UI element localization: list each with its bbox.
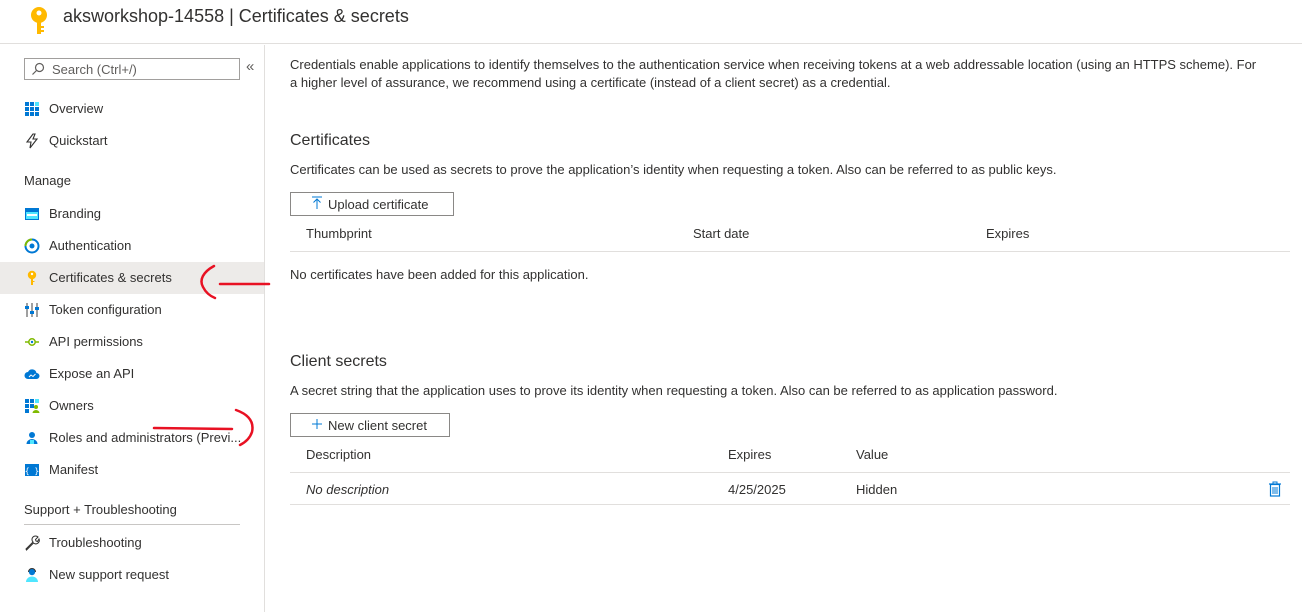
sidebar-item-token-configuration[interactable]: Token configuration xyxy=(0,294,264,326)
roles-icon xyxy=(26,432,38,444)
branding-icon xyxy=(25,208,39,220)
certificates-title: Certificates xyxy=(290,132,371,149)
column-header-start-date: Start date xyxy=(693,226,750,241)
secret-description-cell: No description xyxy=(306,482,390,497)
sidebar-item-label: Certificates & secrets xyxy=(49,270,172,285)
upload-certificate-button[interactable]: Upload certificate xyxy=(290,192,454,216)
upload-certificate-label: Upload certificate xyxy=(328,197,429,212)
sidebar-item-label: Overview xyxy=(49,101,104,116)
sidebar-item-expose-api[interactable]: Expose an API xyxy=(0,358,264,390)
sidebar-item-label: Quickstart xyxy=(49,133,108,148)
table-row-divider xyxy=(290,504,1290,505)
token-config-icon xyxy=(25,303,39,317)
certificates-empty-message: No certificates have been added for this… xyxy=(290,267,589,282)
sidebar-item-label: API permissions xyxy=(49,334,143,349)
owners-icon xyxy=(25,399,40,413)
api-permissions-icon xyxy=(25,338,39,346)
sidebar-item-quickstart[interactable]: Quickstart xyxy=(0,125,264,157)
new-client-secret-button[interactable]: New client secret xyxy=(290,413,450,437)
sidebar-item-branding[interactable]: Branding xyxy=(0,198,264,230)
section-divider xyxy=(24,524,240,525)
svg-text:{ }: { } xyxy=(25,467,39,476)
client-secrets-description: A secret string that the application use… xyxy=(290,383,1058,398)
search-box[interactable] xyxy=(24,58,240,80)
blade-header: aksworkshop-14558 | Certificates & secre… xyxy=(0,0,1302,44)
sidebar-item-label: Manifest xyxy=(49,462,99,477)
support-person-icon xyxy=(26,568,38,582)
sidebar-item-label: Token configuration xyxy=(49,302,162,317)
key-icon xyxy=(31,7,47,34)
certificates-description: Certificates can be used as secrets to p… xyxy=(290,162,1057,177)
sidebar-item-owners[interactable]: Owners xyxy=(0,390,264,422)
cloud-icon xyxy=(24,369,40,379)
sidebar-item-certificates-secrets[interactable]: Certificates & secrets xyxy=(0,262,264,294)
lightning-icon xyxy=(25,133,39,149)
sidebar-item-roles-administrators[interactable]: Roles and administrators (Previ... xyxy=(0,422,264,454)
wrench-icon xyxy=(25,535,40,551)
authentication-icon xyxy=(24,238,40,254)
sidebar: « Overview Quickstart Manage Branding Au… xyxy=(0,45,265,612)
sidebar-item-label: Authentication xyxy=(49,238,132,253)
sidebar-item-label: Troubleshooting xyxy=(49,535,142,550)
secret-value-cell: Hidden xyxy=(856,482,898,497)
search-icon xyxy=(32,62,45,75)
sidebar-item-api-permissions[interactable]: API permissions xyxy=(0,326,264,358)
page-title: aksworkshop-14558 | Certificates & secre… xyxy=(63,6,409,26)
sidebar-item-troubleshooting[interactable]: Troubleshooting xyxy=(0,527,264,559)
search-input[interactable] xyxy=(52,60,236,78)
section-header-support: Support + Troubleshooting xyxy=(24,502,177,517)
sidebar-item-label: New support request xyxy=(49,567,169,582)
delete-trash-icon[interactable] xyxy=(1268,481,1282,497)
new-client-secret-label: New client secret xyxy=(328,418,427,433)
client-secrets-title: Client secrets xyxy=(290,353,387,370)
section-header-manage: Manage xyxy=(24,173,71,188)
collapse-sidebar-button[interactable]: « xyxy=(246,58,254,75)
sidebar-item-authentication[interactable]: Authentication xyxy=(0,230,264,262)
key-icon xyxy=(27,270,37,285)
column-header-expires: Expires xyxy=(728,447,772,462)
upload-icon xyxy=(311,196,323,213)
sidebar-item-new-support-request[interactable]: New support request xyxy=(0,559,264,591)
table-header-divider xyxy=(290,472,1290,473)
plus-icon xyxy=(311,417,323,434)
intro-text: Credentials enable applications to ident… xyxy=(290,57,1257,90)
sidebar-item-label: Owners xyxy=(49,398,94,413)
sidebar-item-label: Branding xyxy=(49,206,102,221)
column-header-value: Value xyxy=(856,447,889,462)
sidebar-item-manifest[interactable]: { } Manifest xyxy=(0,454,264,486)
manifest-icon: { } xyxy=(25,464,39,476)
sidebar-item-label: Expose an API xyxy=(49,366,135,381)
secret-expires-cell: 4/25/2025 xyxy=(728,482,786,497)
sidebar-item-overview[interactable]: Overview xyxy=(0,93,264,125)
column-header-thumbprint: Thumbprint xyxy=(306,226,372,241)
sidebar-item-label: Roles and administrators (Previ... xyxy=(49,430,242,445)
column-header-expires: Expires xyxy=(986,226,1030,241)
table-header-divider xyxy=(290,251,1290,252)
overview-grid-icon xyxy=(25,102,39,116)
column-header-description: Description xyxy=(306,447,372,462)
